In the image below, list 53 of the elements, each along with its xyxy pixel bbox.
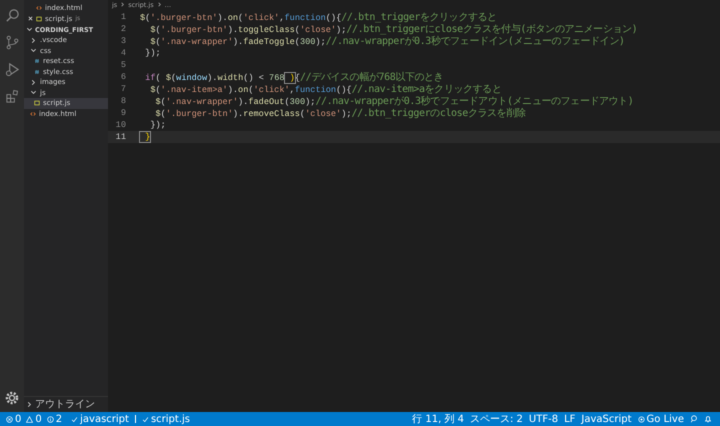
html-file-icon bbox=[36, 5, 42, 12]
chevron-icon bbox=[120, 2, 126, 7]
css-file-icon bbox=[34, 68, 40, 75]
chevron-icon bbox=[156, 2, 162, 7]
html-file-icon bbox=[30, 110, 36, 117]
status-item[interactable]: 行 11, 列 4 bbox=[412, 412, 464, 426]
code-line: $('.burger-btn').toggleClass('close');//.btn_triggerにcloseクラスを付与(ボタンのアニメーション) bbox=[149, 22, 638, 36]
broadcast-icon bbox=[638, 416, 645, 422]
error-icon bbox=[6, 416, 13, 422]
line-number: 5 bbox=[120, 60, 126, 70]
info-icon bbox=[46, 416, 54, 422]
code-line: } bbox=[140, 132, 150, 142]
code-line: $('.nav-item>a').on('click',function(){//.nav-item>aをクリックすると bbox=[149, 83, 502, 96]
check-icon bbox=[71, 416, 78, 422]
chevron-icon bbox=[26, 26, 33, 33]
status-item[interactable]: スペース: 2 bbox=[470, 412, 523, 426]
settings-icon[interactable] bbox=[4, 390, 20, 406]
problems-indicator[interactable]: 0 0 2 bbox=[6, 414, 66, 424]
code-line: }); bbox=[144, 48, 161, 58]
status-item[interactable]: LF bbox=[564, 414, 576, 424]
status-item[interactable]: UTF-8 bbox=[528, 414, 558, 424]
chevron-icon bbox=[26, 400, 33, 408]
run-debug-icon[interactable] bbox=[4, 62, 20, 77]
go-live-button[interactable]: Go Live bbox=[638, 414, 684, 424]
line-number: 7 bbox=[120, 84, 126, 94]
line-number: 6 bbox=[120, 72, 126, 82]
line-number: 11 bbox=[114, 132, 126, 142]
close-icon[interactable] bbox=[28, 16, 33, 22]
line-number: 2 bbox=[120, 24, 126, 34]
status-check-item[interactable]: javascript bbox=[71, 414, 129, 424]
line-number: 10 bbox=[114, 120, 126, 130]
search-icon[interactable] bbox=[4, 8, 20, 23]
line-number: 3 bbox=[120, 36, 126, 46]
css-file-icon bbox=[34, 58, 40, 64]
extensions-icon[interactable] bbox=[4, 89, 20, 104]
source-control-icon[interactable] bbox=[4, 35, 20, 50]
line-number: 4 bbox=[120, 48, 126, 58]
code-line: $('.nav-wrapper').fadeOut(300);//.nav-wrapperが0.3秒でフェードアウト(メニューのフェードアウト) bbox=[154, 94, 634, 108]
check-icon bbox=[142, 416, 149, 422]
js-file-icon bbox=[34, 100, 40, 106]
line-number: 8 bbox=[120, 96, 126, 106]
warning-icon bbox=[26, 416, 34, 422]
code-line: }); bbox=[149, 120, 166, 130]
code-line: $('.burger-btn').removeClass('close');//.btn_triggerのcloseクラスを削除 bbox=[154, 106, 526, 120]
code-line: if( $(window).width() < 768 ){//デバイスの幅が768以下のとき bbox=[144, 70, 444, 84]
line-number: 9 bbox=[120, 108, 126, 118]
bell-icon[interactable] bbox=[704, 415, 712, 423]
code-line: $('.burger-btn').on('click',function(){//.btn_triggerをクリックすると bbox=[140, 11, 497, 24]
status-check-item[interactable]: script.js bbox=[142, 414, 190, 424]
js-file-icon bbox=[36, 16, 42, 22]
line-number: 1 bbox=[120, 12, 126, 22]
status-item[interactable]: JavaScript bbox=[581, 414, 632, 424]
code-line: $('.nav-wrapper').fadeToggle(300);//.nav-wrapperが0.3秒でフェードイン(メニューのフェードイン) bbox=[149, 34, 625, 48]
